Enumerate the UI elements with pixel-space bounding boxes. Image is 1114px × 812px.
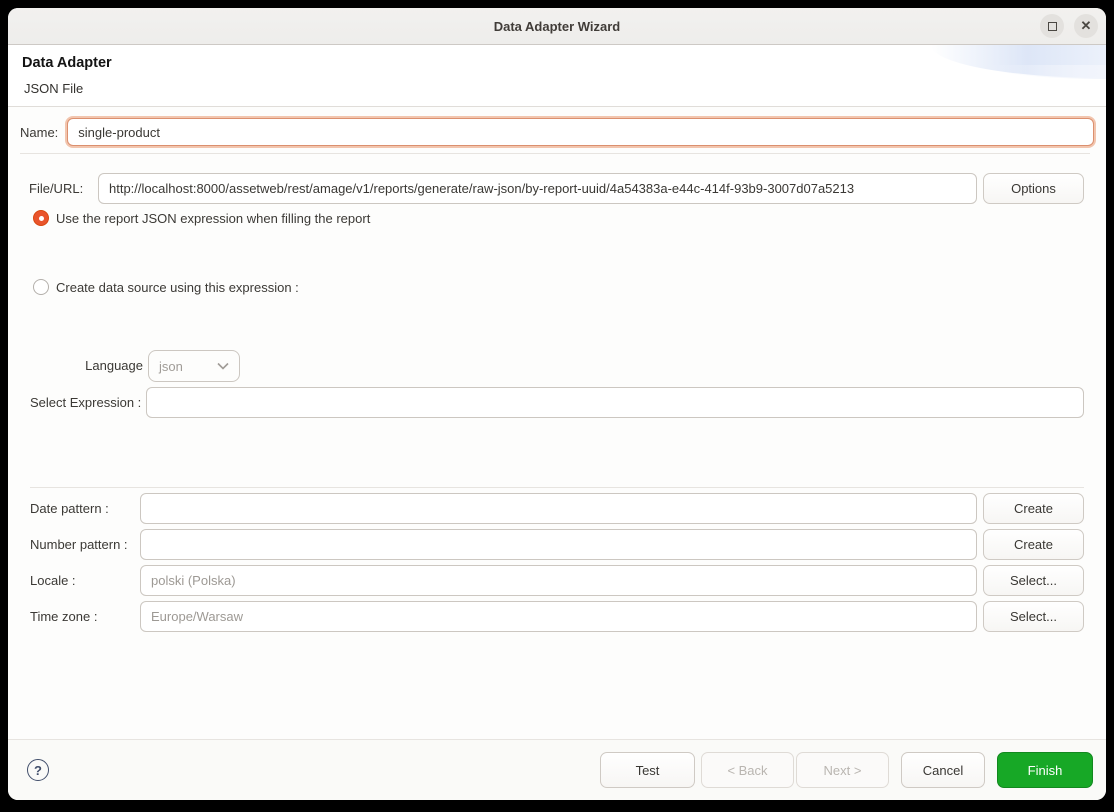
page-subtitle: JSON File bbox=[24, 81, 83, 96]
radio-use-report-expression-label: Use the report JSON expression when fill… bbox=[56, 211, 370, 226]
locale-select-button[interactable]: Select... bbox=[983, 565, 1084, 596]
data-adapter-wizard-dialog: Data Adapter Wizard ✕ Data Adapter JSON … bbox=[8, 8, 1106, 800]
radio-use-report-expression[interactable] bbox=[33, 210, 49, 226]
number-pattern-label: Number pattern : bbox=[30, 537, 140, 552]
language-dropdown[interactable]: json bbox=[148, 350, 240, 382]
time-zone-label: Time zone : bbox=[30, 609, 140, 624]
name-input[interactable] bbox=[67, 118, 1094, 146]
cancel-button[interactable]: Cancel bbox=[901, 752, 985, 788]
titlebar[interactable]: Data Adapter Wizard ✕ bbox=[8, 8, 1106, 45]
back-button[interactable]: < Back bbox=[701, 752, 794, 788]
time-zone-select-button[interactable]: Select... bbox=[983, 601, 1084, 632]
test-button[interactable]: Test bbox=[600, 752, 695, 788]
close-icon: ✕ bbox=[1081, 18, 1092, 34]
finish-button[interactable]: Finish bbox=[997, 752, 1093, 788]
options-button[interactable]: Options bbox=[983, 173, 1084, 204]
file-url-label: File/URL: bbox=[29, 181, 98, 196]
help-button[interactable]: ? bbox=[27, 759, 49, 781]
file-url-input[interactable] bbox=[98, 173, 977, 204]
dialog-footer: ? Test < Back Next > Cancel Finish bbox=[8, 739, 1106, 800]
select-expression-input[interactable] bbox=[146, 387, 1084, 418]
name-label: Name: bbox=[20, 125, 58, 140]
separator bbox=[30, 487, 1084, 488]
select-expression-label: Select Expression : bbox=[30, 395, 146, 410]
time-zone-input[interactable] bbox=[140, 601, 977, 632]
separator bbox=[20, 153, 1090, 154]
number-pattern-create-button[interactable]: Create bbox=[983, 529, 1084, 560]
number-pattern-input[interactable] bbox=[140, 529, 977, 560]
language-dropdown-value: json bbox=[159, 359, 217, 374]
locale-label: Locale : bbox=[30, 573, 140, 588]
page-title: Data Adapter bbox=[22, 55, 112, 71]
language-label: Language bbox=[80, 358, 143, 373]
window-title: Data Adapter Wizard bbox=[494, 19, 621, 34]
help-icon: ? bbox=[34, 763, 42, 778]
locale-input[interactable] bbox=[140, 565, 977, 596]
next-button[interactable]: Next > bbox=[796, 752, 889, 788]
close-button[interactable]: ✕ bbox=[1074, 14, 1098, 38]
date-pattern-input[interactable] bbox=[140, 493, 977, 524]
radio-create-data-source-label: Create data source using this expression… bbox=[56, 280, 299, 295]
wizard-banner: Data Adapter JSON File bbox=[8, 45, 1106, 107]
maximize-icon bbox=[1048, 22, 1057, 31]
chevron-down-icon bbox=[217, 362, 229, 370]
date-pattern-label: Date pattern : bbox=[30, 501, 140, 516]
maximize-button[interactable] bbox=[1040, 14, 1064, 38]
banner-swoosh-decoration-2 bbox=[986, 65, 1106, 79]
date-pattern-create-button[interactable]: Create bbox=[983, 493, 1084, 524]
radio-row-use-report-expression[interactable]: Use the report JSON expression when fill… bbox=[33, 210, 370, 226]
radio-create-data-source[interactable] bbox=[33, 279, 49, 295]
radio-row-create-data-source[interactable]: Create data source using this expression… bbox=[33, 279, 299, 295]
